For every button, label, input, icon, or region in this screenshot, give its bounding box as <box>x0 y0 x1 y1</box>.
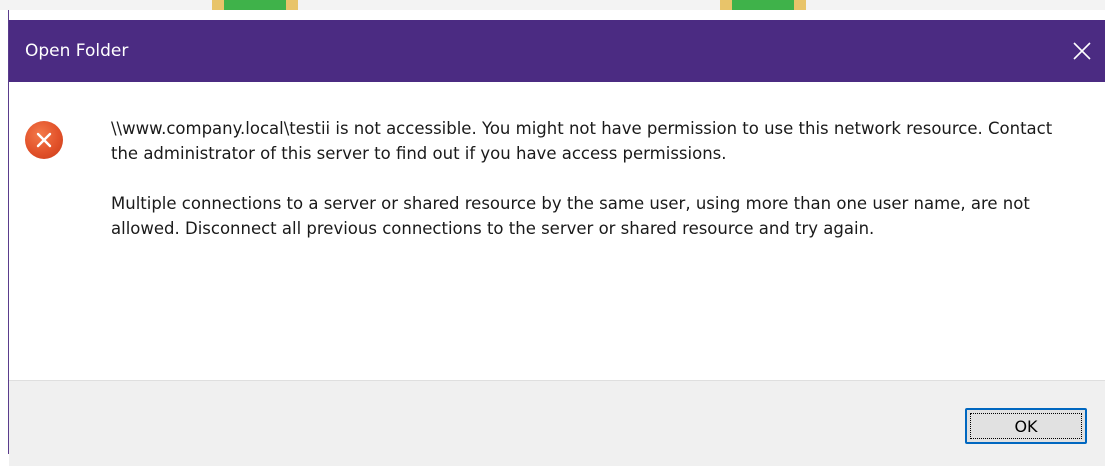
error-message: \\www.company.local\testii is not access… <box>111 116 1071 241</box>
background-window-strip <box>0 0 1105 10</box>
title-bar[interactable]: Open Folder <box>9 20 1105 82</box>
message-paragraph-connections: Multiple connections to a server or shar… <box>111 194 1030 238</box>
message-paragraph-access: \\www.company.local\testii is not access… <box>111 119 1053 163</box>
dialog-footer: OK <box>9 380 1105 466</box>
dialog-content: \\www.company.local\testii is not access… <box>9 82 1105 380</box>
close-icon <box>1073 42 1091 60</box>
dialog-title: Open Folder <box>25 41 129 61</box>
error-dialog: Open Folder \\www.company.local\testii i… <box>8 10 1105 466</box>
error-icon <box>25 121 63 159</box>
close-button[interactable] <box>1058 20 1105 82</box>
ok-button-label: OK <box>970 413 1082 439</box>
ok-button[interactable]: OK <box>965 408 1087 444</box>
